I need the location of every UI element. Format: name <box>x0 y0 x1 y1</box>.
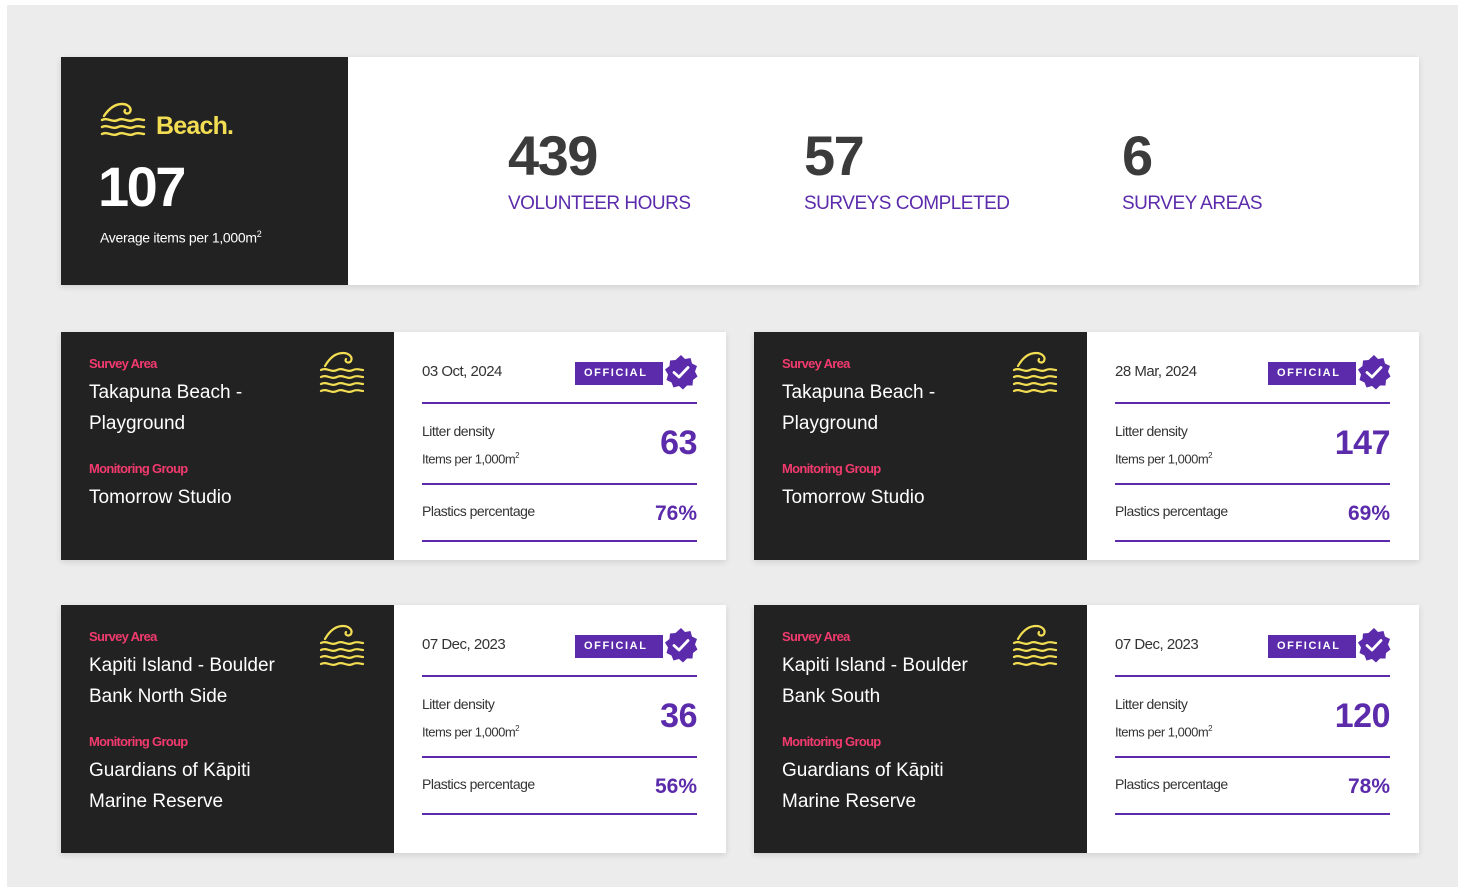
wave-icon <box>1012 624 1058 666</box>
summary-card: Beach. 107 Average items per 1,000m2 439… <box>61 57 1419 285</box>
official-badge: OFFICIAL <box>575 635 663 658</box>
verified-check-icon <box>1358 628 1391 663</box>
average-items-caption: Average items per 1,000m2 <box>100 229 262 246</box>
stat-volunteer-hours: 439 VOLUNTEER HOURS <box>508 125 691 215</box>
stat-survey-areas: 6 SURVEY AREAS <box>1122 124 1263 215</box>
survey-card-info-panel: Survey Area Takapuna Beach - Playground M… <box>754 332 1087 560</box>
monitoring-group-label: Monitoring Group <box>89 734 188 749</box>
litter-density-value: 147 <box>1334 424 1391 462</box>
survey-area-label: Survey Area <box>782 629 850 644</box>
survey-area-name: Takapuna Beach - Playground <box>89 382 243 434</box>
wave-icon <box>319 624 365 666</box>
stat-value: 439 <box>508 124 598 187</box>
monitoring-group-name: Guardians of Kāpiti Marine Reserve <box>782 760 944 812</box>
divider <box>422 675 697 677</box>
wave-icon <box>100 102 146 137</box>
plastics-percentage-label: Plastics percentage <box>422 503 535 519</box>
plastics-percentage-label: Plastics percentage <box>422 776 535 792</box>
summary-beach-panel: Beach. 107 Average items per 1,000m2 <box>61 57 348 285</box>
official-badge: OFFICIAL <box>575 362 663 385</box>
survey-date: 28 Mar, 2024 <box>1115 363 1197 380</box>
verified-check-icon <box>1358 355 1391 390</box>
items-per-label: Items per 1,000m2 <box>1115 724 1213 740</box>
survey-card-info-panel: Survey Area Takapuna Beach - Playground M… <box>61 332 394 560</box>
official-badge: OFFICIAL <box>1268 362 1356 385</box>
plastics-percentage-value: 78% <box>1347 775 1390 798</box>
stat-label: SURVEYS COMPLETED <box>804 193 1010 214</box>
litter-density-label: Litter density <box>1115 423 1188 439</box>
survey-card-1[interactable]: Survey Area Takapuna Beach - Playground M… <box>61 332 726 560</box>
official-badge: OFFICIAL <box>1268 635 1356 658</box>
survey-card-info-panel: Survey Area Kapiti Island - Boulder Bank … <box>754 605 1087 853</box>
litter-density-value: 63 <box>660 424 697 462</box>
divider <box>422 540 697 542</box>
survey-area-label: Survey Area <box>89 629 157 644</box>
plastics-percentage-value: 56% <box>654 775 697 798</box>
divider <box>1115 540 1390 542</box>
divider <box>1115 675 1390 677</box>
stat-label: SURVEY AREAS <box>1122 193 1263 214</box>
verified-check-icon <box>665 628 698 663</box>
divider <box>1115 813 1390 815</box>
plastics-percentage-label: Plastics percentage <box>1115 503 1228 519</box>
survey-area-name: Takapuna Beach - Playground <box>782 382 936 434</box>
items-per-label: Items per 1,000m2 <box>422 724 520 740</box>
stat-label: VOLUNTEER HOURS <box>508 193 691 214</box>
litter-density-value: 36 <box>660 697 697 735</box>
survey-area-label: Survey Area <box>89 356 157 371</box>
divider <box>1115 483 1390 485</box>
plastics-percentage-label: Plastics percentage <box>1115 776 1228 792</box>
divider <box>422 483 697 485</box>
survey-card-3[interactable]: Survey Area Kapiti Island - Boulder Bank … <box>61 605 726 853</box>
stat-value: 57 <box>804 124 865 187</box>
average-items-value: 107 <box>98 155 186 218</box>
verified-check-icon <box>665 355 698 390</box>
items-per-label: Items per 1,000m2 <box>1115 451 1213 467</box>
litter-density-label: Litter density <box>422 696 495 712</box>
litter-density-label: Litter density <box>1115 696 1188 712</box>
monitoring-group-name: Tomorrow Studio <box>782 487 925 508</box>
plastics-percentage-value: 69% <box>1347 502 1390 525</box>
beach-heading: Beach. <box>98 100 234 142</box>
stat-surveys-completed: 57 SURVEYS COMPLETED <box>804 124 1010 215</box>
survey-area-label: Survey Area <box>782 356 850 371</box>
litter-density-value: 120 <box>1334 697 1391 735</box>
survey-card-metrics: 07 Dec, 2023 OFFICIAL Litter density Ite… <box>422 605 698 853</box>
divider <box>1115 402 1390 404</box>
survey-date: 07 Dec, 2023 <box>1115 636 1199 653</box>
litter-density-label: Litter density <box>422 423 495 439</box>
plastics-percentage-value: 76% <box>654 502 697 525</box>
wave-icon <box>319 351 365 393</box>
survey-card-4[interactable]: Survey Area Kapiti Island - Boulder Bank … <box>754 605 1419 853</box>
survey-area-name: Kapiti Island - Boulder Bank North Side <box>89 655 275 707</box>
items-per-label: Items per 1,000m2 <box>422 451 520 467</box>
survey-area-name: Kapiti Island - Boulder Bank South <box>782 655 968 707</box>
survey-card-metrics: 07 Dec, 2023 OFFICIAL Litter density Ite… <box>1115 605 1391 853</box>
divider <box>422 756 697 758</box>
category-label: Beach. <box>156 111 234 140</box>
monitoring-group-label: Monitoring Group <box>782 734 881 749</box>
survey-card-info-panel: Survey Area Kapiti Island - Boulder Bank … <box>61 605 394 853</box>
monitoring-group-label: Monitoring Group <box>89 461 188 476</box>
divider <box>422 402 697 404</box>
monitoring-group-name: Tomorrow Studio <box>89 487 232 508</box>
survey-card-metrics: 28 Mar, 2024 OFFICIAL Litter density Ite… <box>1115 332 1391 560</box>
monitoring-group-name: Guardians of Kāpiti Marine Reserve <box>89 760 251 812</box>
wave-icon <box>1012 351 1058 393</box>
survey-card-2[interactable]: Survey Area Takapuna Beach - Playground M… <box>754 332 1419 560</box>
survey-date: 07 Dec, 2023 <box>422 636 506 653</box>
survey-card-metrics: 03 Oct, 2024 OFFICIAL Litter density Ite… <box>422 332 698 560</box>
monitoring-group-label: Monitoring Group <box>782 461 881 476</box>
divider <box>1115 756 1390 758</box>
stat-value: 6 <box>1122 124 1153 187</box>
divider <box>422 813 697 815</box>
survey-date: 03 Oct, 2024 <box>422 363 502 380</box>
